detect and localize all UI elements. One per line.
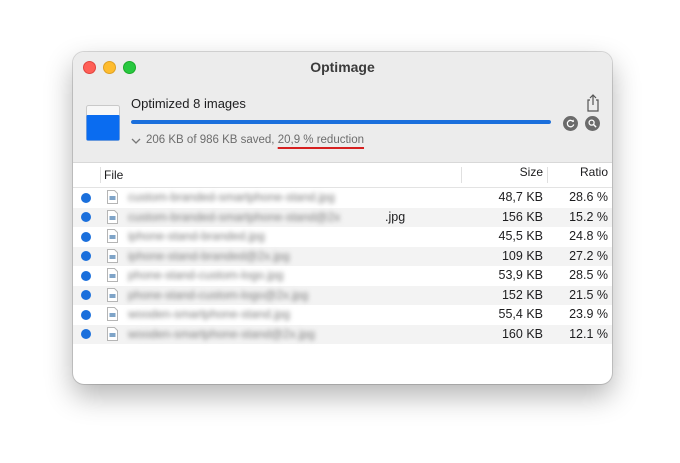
savings-summary: 206 KB of 986 KB saved, 20,9 % reduction xyxy=(146,134,364,146)
column-separator[interactable] xyxy=(100,167,101,183)
image-file-icon xyxy=(107,248,118,263)
file-ratio: 28.6 % xyxy=(569,190,608,204)
file-name: custom-branded-smartphone-stand@2x xyxy=(128,209,341,224)
file-extension: .jpg xyxy=(385,209,406,224)
file-size: 45,5 KB xyxy=(498,229,543,243)
file-name: phone-stand-custom-logo.jpg xyxy=(128,268,284,282)
column-separator[interactable] xyxy=(461,167,462,183)
file-ratio: 24.8 % xyxy=(569,229,608,243)
file-name: wooden-smartphone-stand@2x.jpg xyxy=(128,326,315,341)
file-size: 156 KB xyxy=(501,209,543,224)
file-size: 152 KB xyxy=(501,287,543,302)
column-size[interactable]: Size xyxy=(491,165,543,179)
column-file[interactable]: File xyxy=(104,168,123,182)
share-icon[interactable] xyxy=(585,94,601,112)
file-ratio: 23.9 % xyxy=(569,307,608,321)
file-ratio: 15.2 % xyxy=(569,209,608,224)
status-headline: Optimized 8 images xyxy=(131,96,246,111)
table-row[interactable]: wooden-smartphone-stand@2x.jpg 160 KB 12… xyxy=(73,324,612,344)
table-header: File Size Ratio xyxy=(73,163,612,188)
refresh-button[interactable] xyxy=(563,116,578,131)
app-window: Optimage Optimized 8 images 206 KB of 98… xyxy=(73,52,612,384)
toolbar-area: Optimage Optimized 8 images 206 KB of 98… xyxy=(73,52,612,163)
status-dot xyxy=(81,192,91,203)
table-row[interactable]: wooden-smartphone-stand.jpg 55,4 KB 23.9… xyxy=(73,305,612,325)
status-dot xyxy=(81,290,91,300)
file-size: 48,7 KB xyxy=(498,190,543,204)
column-separator[interactable] xyxy=(547,167,548,183)
search-icon xyxy=(588,119,597,128)
status-dot xyxy=(81,251,91,261)
image-file-icon xyxy=(107,307,118,321)
table-row[interactable]: phone-stand-custom-logo@2x.jpg 152 KB 21… xyxy=(73,285,612,305)
status-dot xyxy=(81,270,91,281)
image-file-icon xyxy=(107,209,118,224)
table-row[interactable]: custom-branded-smartphone-stand.jpg 48,7… xyxy=(73,188,612,208)
reveal-button[interactable] xyxy=(585,116,600,131)
refresh-icon xyxy=(566,119,575,128)
status-dot xyxy=(81,231,91,242)
file-name: iphone-stand-branded@2x.jpg xyxy=(128,248,290,263)
file-size: 160 KB xyxy=(501,326,543,341)
progress-fill xyxy=(131,120,551,124)
status-dot xyxy=(81,309,91,320)
status-dot xyxy=(81,212,91,222)
file-name: iphone-stand-branded.jpg xyxy=(128,229,265,243)
file-size: 109 KB xyxy=(501,248,543,263)
image-file-icon xyxy=(107,326,118,341)
file-name: wooden-smartphone-stand.jpg xyxy=(128,307,291,321)
chevron-down-icon[interactable] xyxy=(131,136,141,146)
progress-bar xyxy=(131,120,551,124)
file-name: custom-branded-smartphone-stand.jpg xyxy=(128,190,335,204)
file-list: custom-branded-smartphone-stand.jpg 48,7… xyxy=(73,188,612,344)
file-size: 55,4 KB xyxy=(498,307,543,321)
file-ratio: 27.2 % xyxy=(569,248,608,263)
image-file-icon xyxy=(107,287,118,302)
reduction-text: 20,9 % reduction xyxy=(277,134,365,146)
file-ratio: 28.5 % xyxy=(569,268,608,282)
column-ratio[interactable]: Ratio xyxy=(564,165,608,179)
window-title: Optimage xyxy=(310,59,375,75)
file-ratio: 12.1 % xyxy=(569,326,608,341)
file-size: 53,9 KB xyxy=(498,268,543,282)
table-row[interactable]: iphone-stand-branded@2x.jpg 109 KB 27.2 … xyxy=(73,246,612,266)
document-icon xyxy=(86,105,120,141)
summary-text: 206 KB of 986 KB saved, xyxy=(146,134,278,146)
file-name: phone-stand-custom-logo@2x.jpg xyxy=(128,287,309,302)
table-row[interactable]: phone-stand-custom-logo.jpg 53,9 KB 28.5… xyxy=(73,266,612,286)
status-dot xyxy=(81,329,91,339)
file-ratio: 21.5 % xyxy=(569,287,608,302)
image-file-icon xyxy=(107,268,118,282)
table-row[interactable]: iphone-stand-branded.jpg 45,5 KB 24.8 % xyxy=(73,227,612,247)
table-row[interactable]: custom-branded-smartphone-stand@2x .jpg … xyxy=(73,207,612,227)
image-file-icon xyxy=(107,190,118,204)
image-file-icon xyxy=(107,229,118,243)
